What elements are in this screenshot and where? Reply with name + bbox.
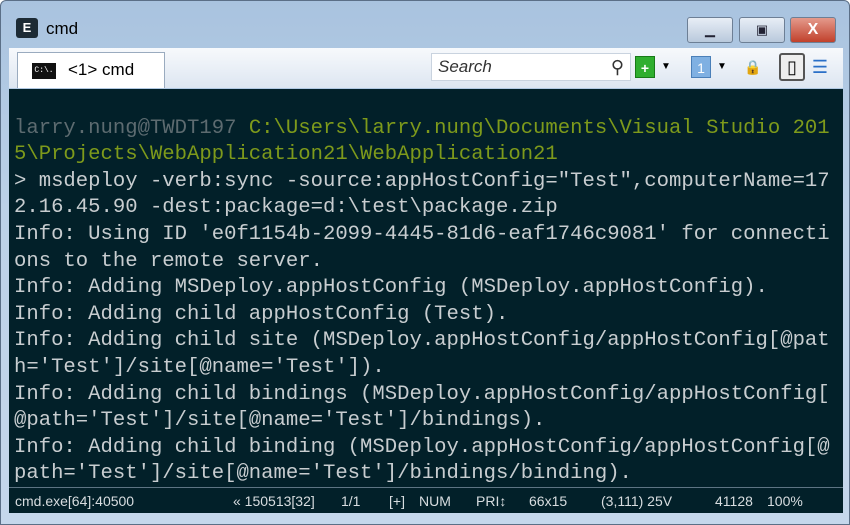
status-num: NUM [419, 493, 451, 509]
console-line: h='Test']/site[@name='Test']). [14, 355, 843, 382]
console-text: Info: Adding MSDeploy.appHostConfig (MSD… [14, 276, 768, 300]
console-output[interactable]: larry.nung@TWDT197 C:\Users\larry.nung\D… [9, 89, 843, 487]
console-line: larry.nung@TWDT197 C:\Users\larry.nung\D… [14, 116, 843, 143]
status-buffer: « 150513[32] [233, 493, 315, 509]
console-number-icon[interactable]: 1 [691, 56, 711, 78]
status-pid: 41128 [715, 493, 753, 509]
console-line: > msdeploy -verb:sync -source:appHostCon… [14, 169, 843, 196]
status-cursor: (3,111) 25V [601, 493, 673, 509]
console-text: Info: Adding child bindings (MSDeploy.ap… [14, 382, 830, 406]
console-text: Info: Using ID 'e0f1154b-2099-4445-81d6-… [14, 222, 830, 246]
console-dropdown-icon[interactable]: ▼ [715, 56, 729, 78]
console-text: @path='Test']/site[@name='Test']/binding… [14, 409, 546, 433]
maximize-button[interactable]: ▣ [739, 17, 785, 43]
console-line: @path='Test']/site[@name='Test']/binding… [14, 408, 843, 435]
search-icon[interactable]: ⚲ [611, 54, 624, 80]
status-bar: cmd.exe[64]:40500 « 150513[32] 1/1 [+] N… [9, 487, 843, 513]
status-plus: [+] [389, 493, 405, 509]
console-window: E cmd ▁ ▣ X C:\. <1> cmd Search ⚲ + ▼ 1 … [0, 0, 850, 525]
console-line: Info: Adding MSDeploy.appHostConfig (MSD… [14, 275, 843, 302]
console-line: path='Test']/site[@name='Test']/bindings… [14, 461, 843, 487]
app-icon: E [16, 18, 38, 38]
console-line: Info: Using ID 'e0f1154b-2099-4445-81d6-… [14, 222, 843, 249]
tab-label: <1> cmd [68, 60, 135, 79]
console-line: 5\Projects\WebApplication21\WebApplicati… [14, 142, 843, 169]
console-line: Info: Adding child site (MSDeploy.appHos… [14, 328, 843, 355]
console-text: path='Test']/site[@name='Test']/bindings… [14, 462, 632, 486]
new-console-dropdown-icon[interactable]: ▼ [659, 56, 673, 78]
tab-cmd[interactable]: C:\. <1> cmd [17, 52, 165, 88]
console-text: 5\Projects\WebApplication21\WebApplicati… [14, 143, 558, 167]
menu-icon[interactable]: ☰ [809, 56, 831, 78]
lock-icon[interactable]: 🔒 [741, 56, 765, 78]
console-line: Info: Adding child appHostConfig (Test). [14, 302, 843, 329]
console-text: Info: Adding child binding (MSDeploy.app… [14, 435, 830, 459]
close-button[interactable]: X [790, 17, 836, 43]
console-text: ons to the remote server. [14, 249, 323, 273]
console-line: 2.16.45.90 -dest:package=d:\test\package… [14, 195, 843, 222]
search-placeholder: Search [438, 57, 492, 76]
console-text: h='Test']/site[@name='Test']). [14, 355, 385, 379]
console-text: > msdeploy -verb:sync -source:appHostCon… [14, 169, 830, 193]
search-input[interactable]: Search ⚲ [431, 53, 631, 81]
toolbar: C:\. <1> cmd Search ⚲ + ▼ 1 ▼ 🔒 ▯ ☰ [9, 48, 843, 88]
console-text: Info: Adding child site (MSDeploy.appHos… [14, 329, 830, 353]
console-text: 2.16.45.90 -dest:package=d:\test\package… [14, 196, 558, 220]
console-line: ons to the remote server. [14, 249, 843, 276]
new-console-icon[interactable]: + [635, 56, 655, 78]
console-text: larry.nung@TWDT197 [14, 116, 249, 140]
status-size: 66x15 [529, 493, 568, 509]
console-line: Info: Adding child bindings (MSDeploy.ap… [14, 382, 843, 409]
console-text: C:\Users\larry.nung\Documents\Visual Stu… [248, 116, 830, 140]
console-text: Info: Adding child appHostConfig (Test). [14, 302, 509, 326]
minimize-button[interactable]: ▁ [687, 17, 733, 43]
title-bar[interactable]: E cmd ▁ ▣ X [1, 1, 849, 49]
status-console-index: 1/1 [341, 493, 361, 509]
status-priority: PRI↕ [476, 493, 507, 509]
status-process: cmd.exe[64]:40500 [15, 493, 135, 509]
panel-icon[interactable]: ▯ [779, 53, 805, 81]
window-title: cmd [46, 19, 79, 38]
status-zoom: 100% [767, 493, 803, 509]
console-icon: C:\. [32, 63, 56, 79]
console-line: Info: Adding child binding (MSDeploy.app… [14, 435, 843, 462]
